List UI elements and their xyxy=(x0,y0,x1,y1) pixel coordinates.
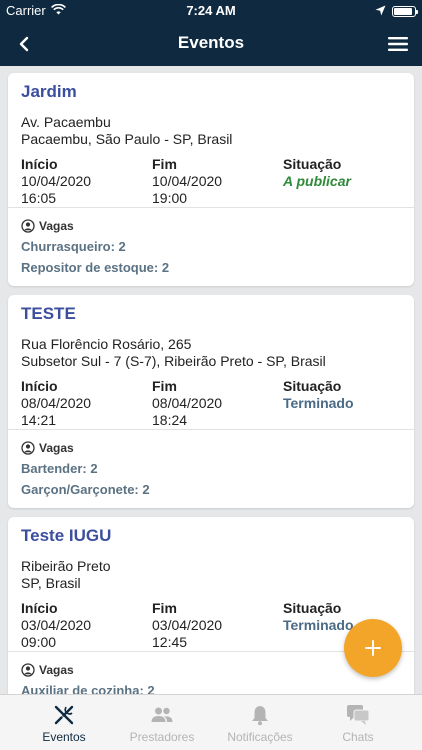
event-address-line2: SP, Brasil xyxy=(21,575,81,591)
bell-icon xyxy=(250,704,270,726)
event-status: Situação Terminado xyxy=(283,378,354,412)
event-end: Fim 08/04/2020 18:24 xyxy=(152,378,222,429)
status-label: Situação xyxy=(283,378,342,394)
event-title: Jardim xyxy=(21,82,77,101)
tab-prestadores[interactable]: Prestadores xyxy=(113,695,211,750)
location-arrow-icon xyxy=(375,4,386,19)
event-card[interactable]: TESTE Rua Florêncio Rosário, 265 Subseto… xyxy=(8,295,414,508)
divider xyxy=(8,429,414,430)
event-status: Situação Terminado xyxy=(283,600,354,634)
divider xyxy=(8,207,414,208)
start-label: Início xyxy=(21,156,58,172)
start-date: 08/04/2020 xyxy=(21,395,92,411)
event-address-line2: Subsetor Sul - 7 (S-7), Ribeirão Preto -… xyxy=(21,353,326,369)
start-date: 10/04/2020 xyxy=(21,173,92,189)
start-label: Início xyxy=(21,600,58,616)
event-end: Fim 10/04/2020 19:00 xyxy=(152,156,222,207)
start-label: Início xyxy=(21,378,58,394)
vagas-header: Vagas xyxy=(21,441,74,455)
page-title: Eventos xyxy=(177,33,245,52)
events-list[interactable]: Jardim Av. Pacaembu Pacaembu, São Paulo … xyxy=(0,66,422,694)
battery-icon xyxy=(392,6,418,17)
vagas-header: Vagas xyxy=(21,219,74,233)
hamburger-menu-icon xyxy=(388,37,408,51)
start-time: 16:05 xyxy=(21,190,57,206)
end-label: Fim xyxy=(152,378,177,394)
status-value: Terminado xyxy=(283,617,354,633)
start-time: 14:21 xyxy=(21,412,57,428)
tab-label: Notificações xyxy=(227,730,293,744)
tab-notificacoes[interactable]: Notificações xyxy=(211,695,309,750)
status-bar: Carrier 7:24 AM xyxy=(0,0,422,22)
vaga-item: Churrasqueiro: 2 xyxy=(21,239,126,254)
vaga-item: Repositor de estoque: 2 xyxy=(21,260,170,275)
vaga-item: Bartender: 2 xyxy=(21,461,98,476)
end-time: 18:24 xyxy=(152,412,188,428)
add-event-button[interactable] xyxy=(344,619,402,677)
battery-level xyxy=(394,8,412,15)
status-value: Terminado xyxy=(283,395,354,411)
event-title: TESTE xyxy=(21,304,76,323)
end-date: 08/04/2020 xyxy=(152,395,223,411)
event-end: Fim 03/04/2020 12:45 xyxy=(152,600,222,651)
tab-label: Prestadores xyxy=(129,730,195,744)
event-start: Início 08/04/2020 14:21 xyxy=(21,378,91,429)
status-right xyxy=(375,4,418,19)
tab-label: Eventos xyxy=(42,730,86,744)
vagas-label: Vagas xyxy=(39,219,74,233)
chat-icon xyxy=(346,704,370,726)
end-date: 10/04/2020 xyxy=(152,173,223,189)
event-title: Teste IUGU xyxy=(21,526,112,545)
end-label: Fim xyxy=(152,600,177,616)
event-address-line1: Rua Florêncio Rosário, 265 xyxy=(21,336,192,352)
vagas-label: Vagas xyxy=(39,441,74,455)
end-date: 03/04/2020 xyxy=(152,617,223,633)
start-time: 09:00 xyxy=(21,634,57,650)
vaga-item: Auxiliar de cozinha: 2 xyxy=(21,683,155,694)
end-time: 12:45 xyxy=(152,634,188,650)
menu-button[interactable] xyxy=(384,30,412,58)
tab-eventos[interactable]: Eventos xyxy=(15,695,113,750)
event-start: Início 10/04/2020 16:05 xyxy=(21,156,91,207)
status-value: A publicar xyxy=(283,173,351,189)
event-address-line1: Ribeirão Preto xyxy=(21,558,111,574)
event-card[interactable]: Jardim Av. Pacaembu Pacaembu, São Paulo … xyxy=(8,73,414,286)
vagas-label: Vagas xyxy=(39,663,74,677)
vaga-item: Garçon/Garçonete: 2 xyxy=(21,482,150,497)
end-time: 19:00 xyxy=(152,190,188,206)
status-label: Situação xyxy=(283,156,342,172)
plus-icon xyxy=(365,640,381,656)
people-icon xyxy=(150,704,174,726)
status-label: Situação xyxy=(283,600,342,616)
start-date: 03/04/2020 xyxy=(21,617,92,633)
status-time: 7:24 AM xyxy=(186,3,236,18)
end-label: Fim xyxy=(152,156,177,172)
tab-bar: Eventos Prestadores Notificações Chats xyxy=(0,694,422,750)
tab-label: Chats xyxy=(342,730,374,744)
user-circle-icon xyxy=(21,441,35,455)
event-start: Início 03/04/2020 09:00 xyxy=(21,600,91,651)
navigation-bar: Eventos xyxy=(0,22,422,66)
vagas-header: Vagas xyxy=(21,663,74,677)
event-address-line1: Av. Pacaembu xyxy=(21,114,111,130)
user-circle-icon xyxy=(21,219,35,233)
event-address-line2: Pacaembu, São Paulo - SP, Brasil xyxy=(21,131,233,147)
cutlery-icon xyxy=(53,704,75,726)
tab-chats[interactable]: Chats xyxy=(309,695,407,750)
event-status: Situação A publicar xyxy=(283,156,351,190)
user-circle-icon xyxy=(21,663,35,677)
